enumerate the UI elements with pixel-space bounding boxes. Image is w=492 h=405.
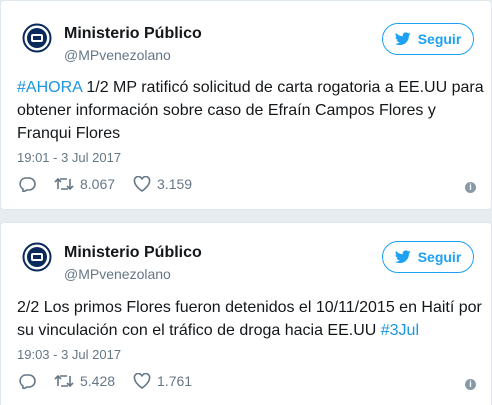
author-name[interactable]: Ministerio Público [64,25,202,43]
retweet-count: 5.428 [80,373,116,389]
bird-icon [394,250,411,264]
like-count: 1.761 [157,373,193,389]
reply-button[interactable] [18,373,36,389]
reply-button[interactable] [18,176,36,192]
like-button[interactable]: 1.761 [133,373,192,389]
info-icon[interactable]: i [465,182,476,193]
retweet-button[interactable]: 8.067 [54,176,115,192]
bird-icon [394,32,411,46]
info-icon[interactable]: i [465,379,476,390]
follow-label: Seguir [417,31,462,47]
tweet-text: 2/2 Los primos Flores fueron detenidos e… [17,296,487,342]
hashtag-link[interactable]: #AHORA [17,79,82,96]
reply-icon [19,374,36,389]
hashtag-link[interactable]: #3Jul [381,322,419,339]
like-button[interactable]: 3.159 [133,176,192,192]
author-name[interactable]: Ministerio Público [64,244,202,262]
like-icon [133,176,151,192]
follow-button[interactable]: Seguir [382,23,474,55]
tweet-body: 1/2 MP ratificó solicitud de carta rogat… [17,79,484,142]
tweet-actions: 5.428 1.761 [18,373,210,389]
avatar[interactable] [22,242,52,272]
retweet-count: 8.067 [80,176,116,192]
retweet-icon [54,177,74,191]
retweet-icon [54,374,74,388]
tweet-actions: 8.067 3.159 [18,176,210,192]
follow-label: Seguir [417,249,462,265]
like-count: 3.159 [157,176,193,192]
tweet-text: #AHORA 1/2 MP ratificó solicitud de cart… [17,76,487,145]
author-handle[interactable]: @MPvenezolano [64,266,171,282]
reply-icon [19,177,36,192]
follow-button[interactable]: Seguir [382,241,474,273]
tweet-timestamp[interactable]: 19:03 - 3 Jul 2017 [17,347,121,362]
author-handle[interactable]: @MPvenezolano [64,47,171,63]
like-icon [133,373,151,389]
retweet-button[interactable]: 5.428 [54,373,115,389]
avatar[interactable] [22,23,52,53]
tweet-timestamp[interactable]: 19:01 - 3 Jul 2017 [17,150,121,165]
